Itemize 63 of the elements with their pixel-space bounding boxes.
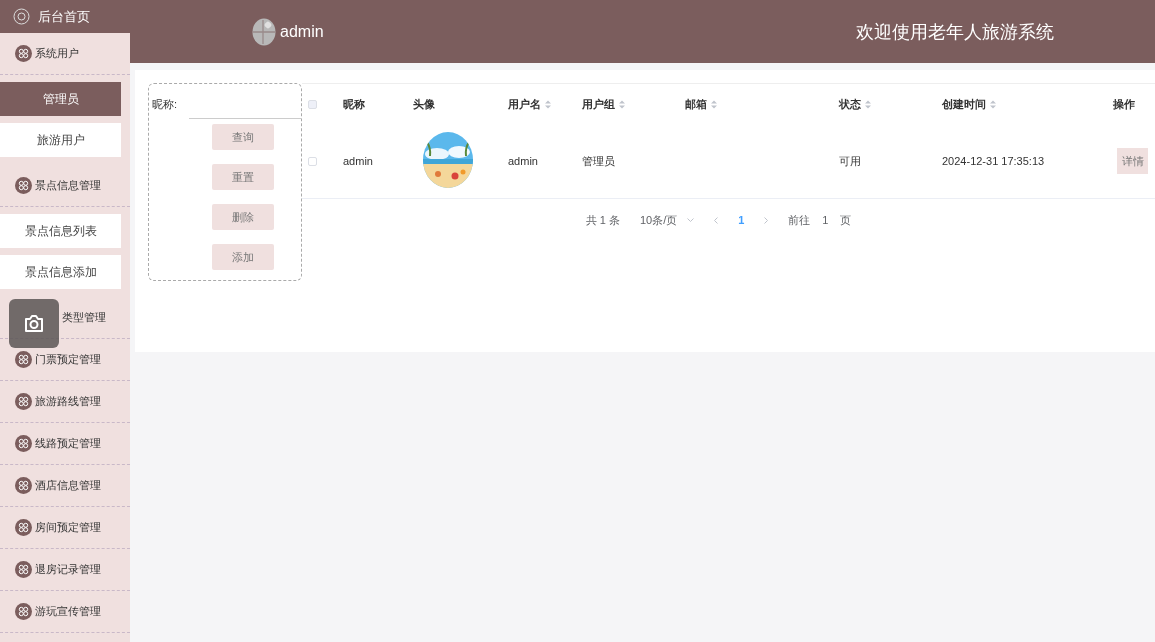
sidebar-category[interactable]: 房间预定管理 — [35, 520, 101, 535]
field-label: 昵称: — [152, 98, 178, 110]
table-cell-text: 2024-12-31 17:35:13 — [941, 155, 1046, 167]
home-icon — [13, 8, 30, 25]
sidebar-category[interactable]: 退房记录管理 — [35, 562, 101, 577]
caret-icon — [687, 218, 695, 222]
flower-icon — [15, 393, 32, 410]
sidebar-item[interactable]: 管理员 — [0, 82, 121, 116]
flower-icon — [15, 45, 32, 62]
flower-icon — [15, 477, 32, 494]
sidebar-category[interactable]: 线路预定管理 — [35, 436, 101, 451]
sort-icon — [619, 99, 625, 109]
checkbox[interactable] — [308, 156, 317, 166]
action-button[interactable]: 删除 — [212, 204, 274, 230]
sidebar-category[interactable]: 门票预定管理 — [35, 352, 101, 367]
sort-icon — [990, 99, 996, 109]
page-label: 页 — [840, 212, 852, 228]
sidebar-item[interactable]: 景点信息添加 — [0, 255, 121, 289]
sort-icon — [545, 99, 551, 109]
column-header[interactable]: 昵称 — [343, 96, 365, 112]
table-cell-text: admin — [342, 155, 374, 167]
camera-button[interactable] — [9, 299, 59, 348]
action-button[interactable]: 查询 — [212, 124, 274, 150]
sort-icon — [865, 99, 871, 109]
table-cell-text: 可用 — [838, 153, 862, 169]
sidebar-category[interactable]: 系统用户 — [35, 46, 79, 61]
column-header[interactable]: 用户名 — [508, 96, 551, 112]
flower-icon — [15, 435, 32, 452]
column-header[interactable]: 邮箱 — [685, 96, 717, 112]
user-name: admin — [280, 22, 324, 41]
sidebar-category[interactable]: 旅游路线管理 — [35, 394, 101, 409]
checkbox[interactable] — [308, 99, 317, 109]
action-button[interactable]: 重置 — [212, 164, 274, 190]
table-cell-text: admin — [507, 155, 539, 167]
column-header[interactable]: 用户组 — [582, 96, 625, 112]
sidebar-category[interactable]: 酒店信息管理 — [35, 478, 101, 493]
details-button[interactable]: 详情 — [1117, 148, 1148, 174]
column-header[interactable]: 状态 — [839, 96, 871, 112]
welcome-title: 欢迎使用老年人旅游系统 — [856, 20, 1054, 44]
sidebar-category[interactable]: 景点信息管理 — [35, 178, 101, 193]
next-icon[interactable] — [764, 216, 769, 224]
sort-icon — [711, 99, 717, 109]
flower-icon — [15, 177, 32, 194]
total-count: 共 1 条 — [585, 212, 620, 228]
sidebar-category[interactable]: 游玩宣传管理 — [35, 604, 101, 619]
sidebar-item[interactable]: 旅游用户 — [0, 123, 121, 157]
avatar-icon — [252, 17, 276, 46]
page-size-select[interactable]: 10条/页 — [639, 212, 695, 228]
camera-icon — [24, 315, 44, 332]
flower-icon — [15, 351, 32, 368]
prev-icon[interactable] — [714, 216, 719, 224]
flower-icon — [15, 519, 32, 536]
flower-icon — [15, 603, 32, 620]
goto-label: 前往 — [788, 212, 811, 228]
sidebar-item[interactable]: 景点信息列表 — [0, 214, 121, 248]
flower-icon — [15, 561, 32, 578]
column-header[interactable]: 创建时间 — [942, 96, 996, 112]
table-cell-text: 管理员 — [581, 153, 616, 169]
action-button[interactable]: 添加 — [212, 244, 274, 270]
home-nav-item[interactable]: 后台首页 — [0, 0, 130, 33]
column-header[interactable]: 操作 — [1113, 96, 1135, 112]
sidebar-category[interactable]: 类型管理 — [62, 310, 106, 325]
column-header[interactable]: 头像 — [413, 96, 435, 112]
